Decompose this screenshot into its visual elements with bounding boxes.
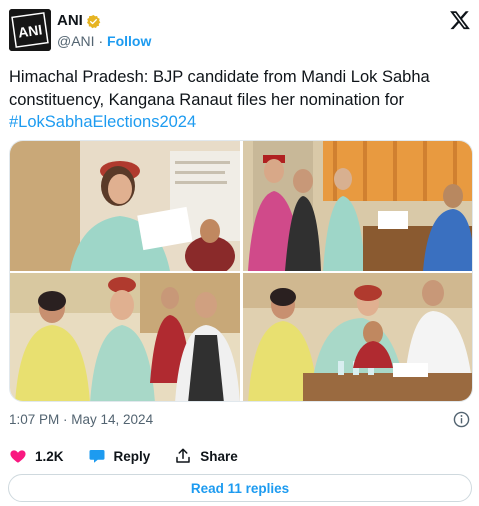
hashtag-link[interactable]: #LokSabhaElections2024 [9, 113, 196, 131]
photo-2-image [243, 141, 472, 271]
photo-signing-nomination[interactable] [243, 273, 472, 401]
ani-logo-icon: ANI [9, 9, 51, 51]
verified-badge-icon [86, 14, 101, 28]
tweet-body: Himachal Pradesh: BJP candidate from Man… [9, 68, 430, 109]
photo-woman-reading-document[interactable] [10, 141, 240, 271]
reply-bubble-icon [89, 450, 105, 463]
separator-dot: · [98, 33, 104, 49]
follow-button[interactable]: Follow [107, 33, 151, 49]
handle-row: @ANI · Follow [57, 31, 151, 51]
tweet-header: ANI ANI @ANI · Follow [9, 9, 471, 55]
avatar[interactable]: ANI [9, 9, 51, 51]
photo-4-image [243, 273, 472, 401]
tweet-timestamp[interactable]: 1:07 PM · May 14, 2024 [9, 411, 153, 429]
reply-label: Reply [113, 448, 151, 464]
info-icon[interactable] [453, 411, 470, 428]
svg-text:ANI: ANI [17, 21, 43, 40]
share-icon [176, 448, 191, 463]
photo-officials-handing-papers[interactable] [243, 141, 472, 271]
share-label: Share [200, 448, 238, 464]
like-button[interactable]: 1.2K [9, 447, 64, 465]
reply-button[interactable]: Reply [88, 447, 151, 465]
tweet-text: Himachal Pradesh: BJP candidate from Man… [9, 66, 474, 134]
x-logo-icon[interactable] [449, 9, 471, 31]
share-button[interactable]: Share [174, 447, 238, 465]
photo-1-image [10, 141, 240, 271]
action-bar: 1.2K Reply Share [9, 446, 262, 466]
media-grid [9, 140, 473, 402]
photo-seated-group[interactable] [10, 273, 240, 401]
like-count: 1.2K [35, 448, 64, 464]
author-handle[interactable]: @ANI [57, 33, 95, 49]
tweet-card: ANI ANI @ANI · Follow Himachal Pradesh: … [0, 0, 479, 506]
author-display-name[interactable]: ANI [57, 11, 101, 31]
author-names: ANI @ANI · Follow [57, 11, 151, 51]
photo-3-image [10, 273, 240, 401]
read-replies-button[interactable]: Read 11 replies [8, 474, 472, 502]
heart-icon [10, 450, 26, 463]
author-name-text: ANI [57, 12, 83, 29]
